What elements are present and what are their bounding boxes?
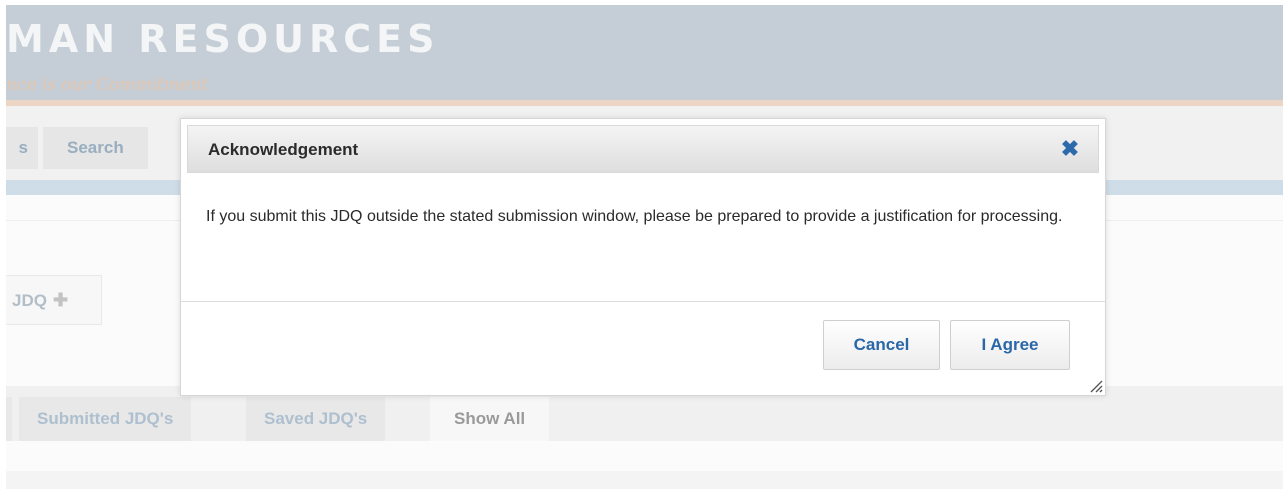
nav-tab-search[interactable]: Search <box>43 127 148 169</box>
resize-handle-icon[interactable] <box>1089 379 1103 393</box>
banner-title: MAN RESOURCES <box>6 17 440 61</box>
header-banner: MAN RESOURCES nce is our Commitment <box>6 5 1283 106</box>
dialog-title: Acknowledgement <box>208 140 359 159</box>
new-jdq-button[interactable]: JDQ ✚ <box>6 275 102 325</box>
tab-submitted-jdqs[interactable]: Submitted JDQ's <box>19 397 192 441</box>
dialog-header: Acknowledgement ✖ <box>187 125 1099 173</box>
dialog-divider <box>181 301 1105 302</box>
tab-saved-jdqs[interactable]: Saved JDQ's <box>246 397 386 441</box>
close-icon[interactable]: ✖ <box>1058 136 1082 162</box>
agree-button[interactable]: I Agree <box>950 320 1070 370</box>
footer-strip <box>6 471 1283 489</box>
tab-show-all[interactable]: Show All <box>430 397 550 441</box>
banner-tagline: nce is our Commitment <box>6 75 208 95</box>
cancel-button[interactable]: Cancel <box>823 320 940 370</box>
acknowledgement-dialog: Acknowledgement ✖ If you submit this JDQ… <box>180 118 1106 396</box>
nav-tab-partial[interactable]: s <box>6 127 38 169</box>
new-jdq-label: JDQ <box>12 291 47 310</box>
plus-icon: ✚ <box>52 290 69 310</box>
dialog-message: If you submit this JDQ outside the state… <box>206 208 1063 225</box>
filter-tab-partial[interactable] <box>6 397 12 441</box>
